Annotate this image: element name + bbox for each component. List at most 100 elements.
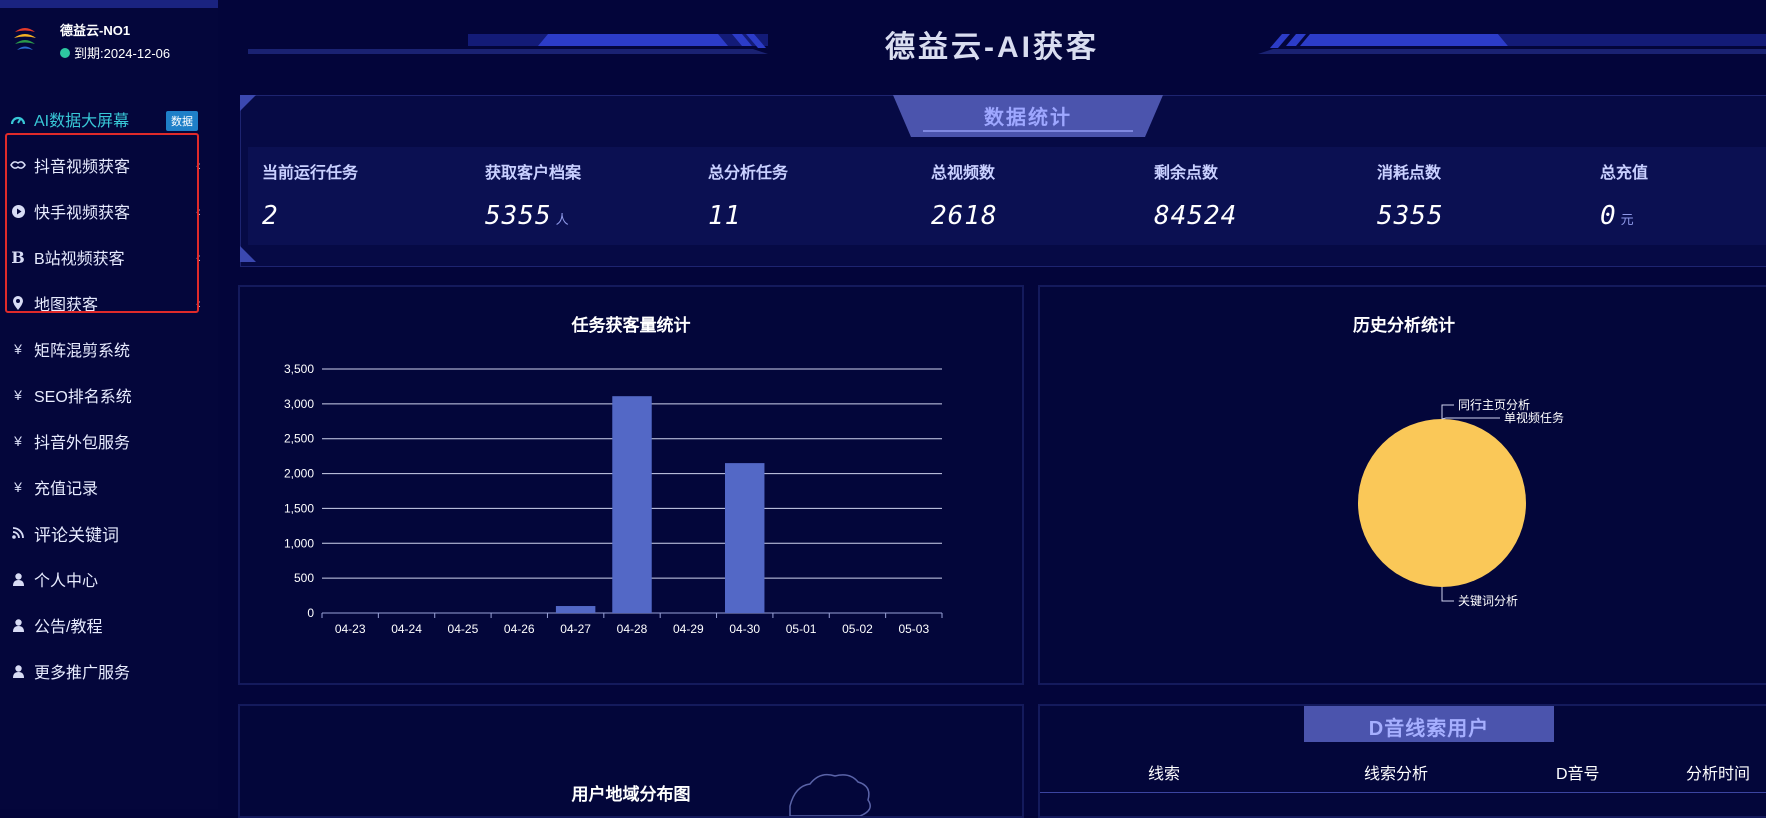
sidebar-item-recharge[interactable]: ¥ 充值记录 — [0, 464, 218, 510]
sidebar-item-announcements[interactable]: 公告/教程 — [0, 602, 218, 648]
stat-label: 总分析任务 — [708, 165, 789, 182]
expiry-text: 到期:2024-12-06 — [74, 46, 171, 61]
chevron-left-icon: ‹ — [196, 203, 201, 219]
stat-number: 5355 — [485, 201, 552, 231]
x-tick-label: 04-25 — [448, 622, 479, 636]
yen-icon: ¥ — [14, 479, 22, 495]
sidebar-item-label: 快手视频获客 — [34, 205, 131, 222]
stat-running-tasks: 当前运行任务 2 — [248, 147, 468, 245]
y-tick-label: 500 — [294, 571, 314, 585]
column-header-douyin-id: D音号 — [1556, 766, 1600, 783]
sidebar-item-label: 个人中心 — [34, 573, 99, 590]
stat-value: 11 — [708, 201, 745, 231]
leads-tab-label: D音线索用户 — [1368, 718, 1490, 740]
table-divider — [1040, 792, 1766, 793]
header: 德益云-AI获客 — [218, 0, 1766, 70]
bar[interactable] — [725, 463, 765, 613]
chevron-left-icon: ‹ — [196, 295, 201, 311]
user-icon — [6, 664, 30, 678]
stat-consumed-points: 消耗点数 5355 — [1363, 147, 1583, 245]
sidebar-item-map[interactable]: 地图获客 ‹ — [0, 280, 218, 326]
stats-tab-label: 数据统计 — [984, 107, 1072, 129]
stat-unit: 人 — [555, 212, 570, 227]
column-header-analysis-time: 分析时间 — [1686, 766, 1751, 783]
stat-total-recharge: 总充值 0元 — [1586, 147, 1766, 245]
sidebar-item-more-promotion[interactable]: 更多推广服务 — [0, 648, 218, 694]
pie-label: 单视频任务 — [1504, 410, 1564, 425]
handshake-icon — [6, 159, 30, 171]
column-header-lead-analysis: 线索分析 — [1364, 766, 1429, 783]
yen-icon: ¥ — [14, 341, 22, 357]
brand-logo-icon — [14, 28, 36, 50]
x-tick-label: 04-27 — [560, 622, 591, 636]
stat-value: 5355 人 — [485, 201, 570, 231]
sidebar: 德益云-NO1 到期:2024-12-06 AI数据大屏幕 数据 抖音视频获客 … — [0, 0, 218, 809]
y-tick-label: 3,500 — [284, 362, 314, 376]
pie-label: 同行主页分析 — [1458, 398, 1530, 412]
data-badge: 数据 — [166, 111, 198, 131]
stat-total-analysis: 总分析任务 11 — [694, 147, 914, 245]
sidebar-item-kuaishou[interactable]: 快手视频获客 ‹ — [0, 188, 218, 234]
x-tick-label: 04-24 — [391, 622, 422, 636]
sidebar-item-label: SEO排名系统 — [34, 389, 132, 406]
stat-label: 获取客户档案 — [485, 165, 582, 182]
sidebar-item-comment-keywords[interactable]: 评论关键词 — [0, 510, 218, 556]
stat-number: 11 — [708, 201, 742, 231]
bar[interactable] — [612, 396, 652, 613]
stat-number: 2 — [262, 201, 279, 231]
x-tick-label: 04-30 — [729, 622, 760, 636]
pie-label: 关键词分析 — [1458, 594, 1518, 608]
stat-value: 5355 — [1377, 201, 1448, 231]
pie-leader-line — [1441, 587, 1454, 602]
x-tick-label: 04-26 — [504, 622, 535, 636]
bilibili-b-icon: B — [11, 247, 25, 267]
stat-number: 5355 — [1377, 201, 1444, 231]
brand: 德益云-NO1 到期:2024-12-06 — [8, 16, 213, 66]
leads-tab[interactable]: D音线索用户 — [1304, 706, 1554, 742]
sidebar-item-outsourcing[interactable]: ¥ 抖音外包服务 — [0, 418, 218, 464]
pie-leader-line — [1441, 417, 1500, 420]
map-pin-icon — [6, 296, 30, 310]
map-title: 用户地域分布图 — [571, 785, 691, 804]
stat-label: 总充值 — [1600, 165, 1649, 182]
column-header-lead: 线索 — [1148, 766, 1181, 783]
x-tick-label: 04-28 — [617, 622, 648, 636]
stat-number: 0 — [1600, 201, 1617, 231]
brand-name: 德益云-NO1 — [60, 23, 131, 38]
sidebar-item-profile[interactable]: 个人中心 — [0, 556, 218, 602]
sidebar-item-label: 矩阵混剪系统 — [34, 343, 131, 360]
yen-icon: ¥ — [14, 433, 22, 449]
x-tick-label: 04-23 — [335, 622, 366, 636]
sidebar-item-label: 更多推广服务 — [34, 665, 131, 682]
stat-label: 当前运行任务 — [262, 165, 359, 182]
corner-decoration-icon — [240, 246, 256, 262]
sidebar-item-label: B站视频获客 — [34, 251, 125, 268]
sidebar-item-douyin[interactable]: 抖音视频获客 ‹ — [0, 142, 218, 188]
user-region-map-panel: 用户地域分布图 — [238, 704, 1024, 818]
stat-label: 剩余点数 — [1154, 165, 1219, 182]
task-customer-chart-panel: 任务获客量统计 0 500 1,000 1,500 2,000 2,500 3,000 3,5… — [238, 285, 1024, 685]
sidebar-item-seo[interactable]: ¥ SEO排名系统 — [0, 372, 218, 418]
stat-customer-profiles: 获取客户档案 5355 人 — [471, 147, 691, 245]
stat-label: 消耗点数 — [1377, 165, 1442, 182]
sidebar-item-ai-dashboard[interactable]: AI数据大屏幕 数据 — [0, 96, 218, 142]
sidebar-menu: AI数据大屏幕 数据 抖音视频获客 ‹ 快手视频获客 ‹ B B站视频获客 ‹ — [0, 96, 218, 694]
sidebar-item-label: 充值记录 — [34, 481, 99, 498]
sidebar-item-matrix[interactable]: ¥ 矩阵混剪系统 — [0, 326, 218, 372]
sidebar-item-bilibili[interactable]: B B站视频获客 ‹ — [0, 234, 218, 280]
y-tick-label: 1,000 — [284, 536, 314, 550]
status-dot-icon — [60, 47, 70, 58]
sidebar-item-label: 地图获客 — [34, 297, 99, 314]
pie-slice[interactable] — [1358, 419, 1526, 587]
stats-tab: 数据统计 — [893, 95, 1163, 137]
y-tick-label: 1,500 — [284, 501, 314, 515]
bar[interactable] — [555, 606, 596, 613]
stat-remaining-points: 剩余点数 84524 — [1140, 147, 1360, 245]
x-tick-label: 05-01 — [786, 622, 817, 636]
user-icon — [6, 618, 30, 632]
expiry-info: 到期:2024-12-06 — [60, 43, 170, 62]
stat-value: 0元 — [1600, 201, 1635, 231]
pie-chart: 同行主页分析单视频任务关键词分析 — [1358, 398, 1564, 608]
x-tick-label: 05-03 — [898, 622, 929, 636]
y-tick-label: 0 — [307, 606, 314, 620]
